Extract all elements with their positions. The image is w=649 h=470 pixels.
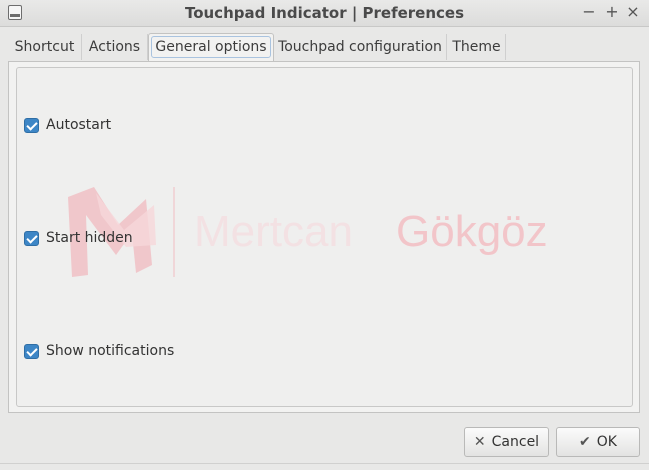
tab-actions[interactable]: Actions — [82, 34, 148, 60]
autostart-label: Autostart — [46, 117, 112, 133]
window-title: Touchpad Indicator | Preferences — [184, 4, 465, 22]
tab-touchpad-configuration[interactable]: Touchpad configuration — [274, 34, 447, 60]
close-icon[interactable]: × — [624, 3, 642, 21]
tab-label: Shortcut — [14, 39, 75, 55]
ok-button[interactable]: ✔ OK — [556, 427, 640, 457]
tab-label: Theme — [452, 39, 501, 55]
close-icon: ✕ — [473, 434, 486, 450]
minimize-icon[interactable]: − — [580, 3, 598, 21]
autostart-checkbox-row[interactable]: Autostart — [24, 116, 111, 134]
tab-label: Actions — [88, 39, 141, 55]
tab-general-options[interactable]: General options — [148, 33, 274, 62]
start-hidden-checkbox[interactable] — [24, 230, 39, 246]
start-hidden-label: Start hidden — [46, 230, 133, 246]
show-notifications-checkbox[interactable] — [24, 343, 39, 359]
title-bar: Touchpad Indicator | Preferences − + × — [0, 0, 649, 27]
start-hidden-checkbox-row[interactable]: Start hidden — [24, 229, 133, 247]
tab-label: General options — [151, 36, 271, 58]
show-notifications-checkbox-row[interactable]: Show notifications — [24, 342, 174, 360]
tab-shortcut[interactable]: Shortcut — [8, 34, 82, 60]
show-notifications-label: Show notifications — [46, 343, 175, 359]
checkmark-icon: ✔ — [579, 434, 591, 450]
tab-theme[interactable]: Theme — [448, 34, 506, 60]
autostart-checkbox[interactable] — [24, 117, 39, 133]
cancel-button[interactable]: ✕ Cancel — [464, 427, 549, 457]
cancel-button-label: Cancel — [491, 434, 540, 450]
ok-button-label: OK — [596, 434, 617, 450]
maximize-icon[interactable]: + — [603, 3, 621, 21]
tab-label: Touchpad configuration — [278, 39, 442, 55]
